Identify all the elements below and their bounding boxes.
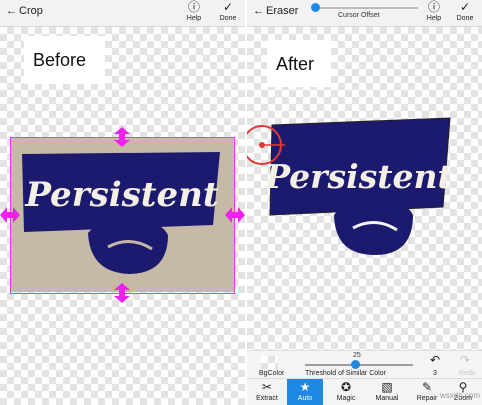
check-icon: ✓	[459, 0, 471, 14]
watermark-text: wsxdn.com	[440, 391, 481, 400]
crop-handle-top[interactable]	[113, 127, 131, 147]
magic-icon: ✪	[340, 380, 352, 394]
done-label: Done	[456, 15, 474, 22]
done-button[interactable]: ✓ Done	[213, 1, 243, 25]
redo-label: Redo	[459, 370, 476, 377]
back-arrow-icon[interactable]: ←	[6, 5, 17, 17]
crop-canvas[interactable]: Before Persistent	[0, 27, 245, 405]
manual-tool[interactable]: ▧ Manual	[369, 379, 405, 405]
cursor-offset-slider[interactable]	[311, 3, 418, 12]
artwork-lettering: Persistent	[264, 157, 452, 196]
help-button[interactable]: ⓘ Help	[179, 1, 209, 25]
after-label: After	[276, 54, 315, 74]
done-button[interactable]: ✓ Done	[450, 1, 480, 25]
bgcolor-label: BgColor	[259, 370, 285, 377]
before-label: Before	[33, 50, 87, 70]
magic-tool[interactable]: ✪ Magic	[328, 379, 364, 405]
threshold-slider[interactable]	[305, 360, 413, 369]
crop-title: Crop	[19, 5, 43, 17]
repair-tool[interactable]: ✎ Repair	[410, 379, 444, 405]
crop-handle-left[interactable]	[0, 206, 20, 224]
repair-tool-label: Repair	[416, 395, 438, 402]
bgcolor-swatch[interactable]	[261, 356, 278, 369]
help-label: Help	[186, 15, 202, 22]
back-arrow-icon[interactable]: ←	[253, 5, 264, 17]
done-label: Done	[219, 15, 237, 22]
extract-tool[interactable]: ✂ Extract	[251, 379, 283, 405]
threshold-thumb[interactable]	[351, 360, 360, 369]
crop-handle-right[interactable]	[225, 206, 245, 224]
help-label: Help	[426, 15, 442, 22]
threshold-label: Threshold of Similar Color	[305, 370, 386, 377]
cursor-offset-label: Cursor Offset	[338, 12, 380, 19]
crop-handle-bottom[interactable]	[113, 283, 131, 303]
auto-tool[interactable]: ★ Auto	[287, 379, 323, 405]
redo-icon[interactable]: ↷	[460, 353, 470, 367]
threshold-bar: BgColor 25 Threshold of Similar Color ↶ …	[247, 350, 482, 378]
cursor-offset-thumb[interactable]	[311, 3, 320, 12]
crop-frame[interactable]	[10, 137, 235, 294]
magic-tool-label: Magic	[336, 395, 356, 402]
help-button[interactable]: ⓘ Help	[419, 1, 449, 25]
check-icon: ✓	[222, 0, 234, 14]
help-icon: ⓘ	[187, 0, 200, 14]
manual-tool-label: Manual	[375, 395, 399, 402]
eraser-canvas[interactable]: After Persistent	[247, 27, 482, 350]
crop-panel: ← Crop ⓘ Help ✓ Done Before Persistent	[0, 0, 245, 405]
eraser-panel: ← Eraser Cursor Offset ⓘ Help ✓ Done Aft…	[247, 0, 482, 405]
scissors-icon: ✂	[261, 380, 273, 394]
auto-tool-label: Auto	[297, 395, 313, 402]
eraser-cursor-icon[interactable]	[247, 122, 287, 168]
undo-count: 3	[433, 370, 437, 377]
eraser-toolbar: ← Eraser Cursor Offset ⓘ Help ✓ Done	[247, 0, 482, 27]
eraser-icon: ▧	[381, 380, 393, 394]
threshold-value: 25	[353, 352, 361, 359]
before-label-box: Before	[24, 36, 105, 84]
eraser-title: Eraser	[266, 5, 299, 17]
help-icon: ⓘ	[427, 0, 440, 14]
crop-toolbar: ← Crop ⓘ Help ✓ Done	[0, 0, 245, 27]
undo-icon[interactable]: ↶	[430, 353, 440, 367]
star-icon: ★	[299, 380, 311, 394]
extract-tool-label: Extract	[256, 395, 278, 402]
sign-emblem	[334, 200, 413, 255]
after-label-box: After	[267, 40, 331, 87]
brush-icon: ✎	[421, 380, 433, 394]
